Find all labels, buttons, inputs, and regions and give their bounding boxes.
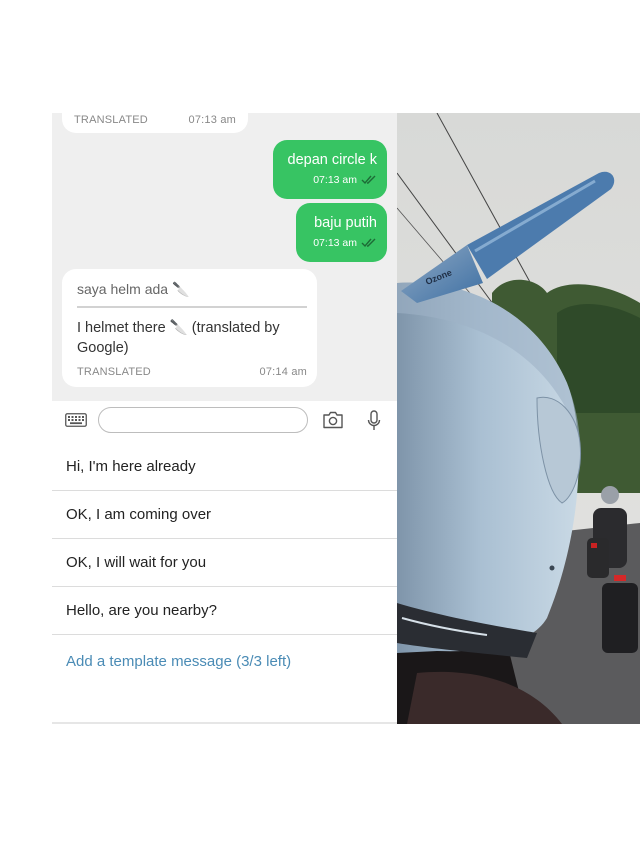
message-time: 07:13 am — [313, 237, 357, 249]
double-check-icon — [361, 238, 376, 248]
translated-label: TRANSLATED — [77, 366, 151, 378]
photo-illustration: Ozone — [397, 113, 640, 724]
composer-bar — [52, 401, 397, 443]
double-check-icon — [361, 175, 376, 185]
divider — [77, 306, 307, 308]
translated-label: TRANSLATED — [74, 114, 148, 126]
message-time: 07:14 am — [259, 366, 307, 378]
microphone-icon[interactable] — [367, 410, 381, 432]
keyboard-icon[interactable] — [65, 413, 87, 427]
message-text: depan circle k — [287, 152, 377, 168]
original-message-text: saya helm ada 🔪 — [77, 281, 190, 297]
message-list: TRANSLATED 07:13 am depan circle k 07:13… — [52, 113, 397, 401]
camera-icon[interactable] — [322, 411, 344, 429]
chat-panel: TRANSLATED 07:13 am depan circle k 07:13… — [52, 113, 397, 724]
message-time: 07:13 am — [188, 114, 236, 126]
message-text: baju putih — [314, 215, 377, 231]
received-message-bubble[interactable]: saya helm ada 🔪 I helmet there 🔪 (transl… — [62, 269, 317, 387]
template-message-item[interactable]: Hi, I'm here already — [52, 443, 397, 491]
previous-message-bubble: TRANSLATED 07:13 am — [62, 113, 248, 133]
helmet-knife-photo: Ozone — [397, 113, 640, 724]
sent-message-bubble[interactable]: depan circle k 07:13 am — [273, 140, 387, 199]
translated-message-text: I helmet there 🔪 (translated by Google) — [77, 320, 280, 356]
template-message-item[interactable]: OK, I am coming over — [52, 491, 397, 539]
message-time: 07:13 am — [313, 174, 357, 186]
add-template-link[interactable]: Add a template message (3/3 left) — [52, 639, 397, 683]
divider — [52, 722, 397, 724]
template-message-item[interactable]: Hello, are you nearby? — [52, 587, 397, 635]
sent-message-bubble[interactable]: baju putih 07:13 am — [296, 203, 387, 262]
template-message-item[interactable]: OK, I will wait for you — [52, 539, 397, 587]
message-input[interactable] — [98, 407, 308, 433]
